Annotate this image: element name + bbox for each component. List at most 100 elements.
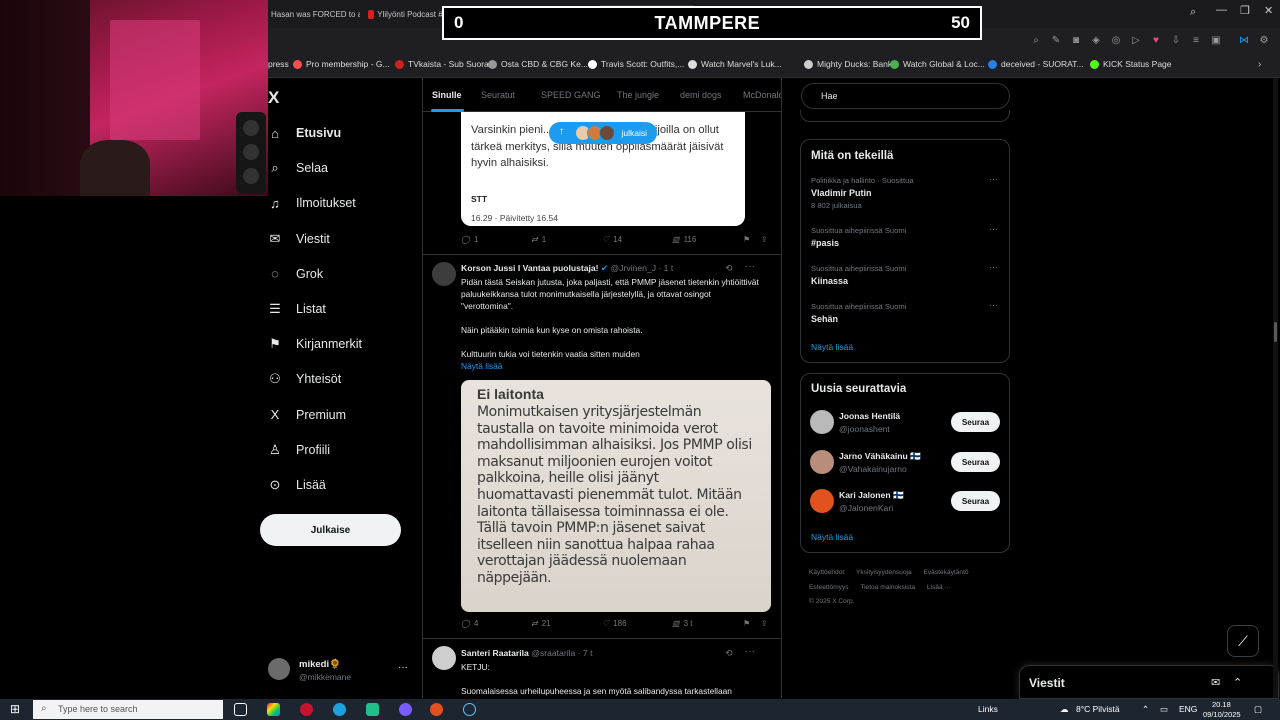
bookmark-link[interactable]: Osta CBD & CBG Ke... (488, 59, 588, 69)
more-options-icon[interactable]: ··· (398, 662, 408, 673)
bookmark-link[interactable]: press (268, 59, 289, 69)
app-icon[interactable] (366, 703, 379, 716)
tweet-author[interactable]: Korson Jussi I Vantaa puolustaja! ✔ @Jrv… (461, 263, 673, 274)
discord-icon[interactable] (399, 703, 412, 716)
grok-icon[interactable]: ⟲ (725, 648, 733, 659)
opera-icon[interactable] (300, 703, 313, 716)
clock-time[interactable]: 20.18 (1212, 700, 1231, 709)
nav-item-etusivu[interactable]: ⌂ Etusivu (268, 118, 341, 148)
bookmarks-overflow-icon[interactable]: › (1258, 59, 1261, 70)
bookmark-link[interactable]: Travis Scott: Outfits,... (588, 59, 684, 69)
nav-item-lisää[interactable]: ⊙ Lisää (268, 470, 326, 500)
taskbar-search-input[interactable]: ⌕ Type here to search (33, 700, 223, 719)
bookmark-link[interactable]: Watch Marvel's Luk... (688, 59, 782, 69)
more-options-icon[interactable]: ··· (989, 262, 998, 272)
search-input[interactable]: Hae (801, 83, 1010, 109)
tweet-author[interactable]: Santeri Raatarila @sraatarila · 7 t (461, 648, 592, 658)
feed-tab[interactable]: Seuratut (481, 90, 515, 100)
nav-item-viestit[interactable]: ✉ Viestit (268, 224, 330, 254)
nav-item-kirjanmerkit[interactable]: ⚑ Kirjanmerkit (268, 329, 362, 359)
like-button[interactable]: ♡ 14 (602, 235, 622, 244)
feed-tab[interactable]: SPEED GANG (541, 90, 601, 100)
scrollbar-thumb[interactable] (1274, 322, 1277, 342)
camera-icon[interactable]: ◙ (1070, 35, 1082, 47)
extension-icon[interactable]: ◎ (1110, 35, 1122, 47)
reply-button[interactable]: ◯ 4 (461, 619, 478, 628)
grok-icon[interactable]: ⟲ (725, 263, 733, 274)
steam-icon[interactable] (463, 703, 476, 716)
scrollbar[interactable] (1273, 78, 1278, 698)
footer-link[interactable]: Yksityisyydensuoja (856, 569, 912, 576)
tweet-image[interactable]: Ei laitonta Monimutkaisen yritysjärjeste… (461, 380, 771, 612)
browser-tab[interactable]: Hasan was FORCED to ad... (268, 5, 360, 23)
firefox-icon[interactable] (430, 703, 443, 716)
bookmark-button[interactable]: ⚑ (743, 235, 750, 244)
avatar[interactable] (810, 450, 834, 474)
nav-item-profiili[interactable]: ♙ Profiili (268, 435, 330, 465)
bookmark-button[interactable]: ⚑ (743, 619, 750, 628)
share-button[interactable]: ⇪ (761, 619, 768, 628)
bookmark-link[interactable]: TVkaista - Sub Suora (395, 59, 489, 69)
nav-item-listat[interactable]: ☰ Listat (268, 294, 326, 324)
footer-link[interactable]: Käyttöehdot (809, 569, 844, 576)
like-button[interactable]: ♡ 186 (602, 619, 627, 628)
avatar[interactable] (432, 262, 456, 286)
close-window-icon[interactable]: ✕ (1264, 4, 1273, 17)
views-button[interactable]: ▥ 116 (672, 235, 696, 244)
retweet-button[interactable]: ⇄ 1 (531, 235, 546, 244)
play-icon[interactable]: ▷ (1130, 35, 1142, 47)
task-view-icon[interactable] (234, 703, 247, 716)
show-more-trends-link[interactable]: Näytä lisää (811, 342, 853, 352)
account-switcher[interactable]: mikedi🌻 @mikkemane ··· (268, 656, 418, 690)
network-icon[interactable]: ▭ (1160, 704, 1168, 715)
edge-icon[interactable] (333, 703, 346, 716)
maximize-icon[interactable]: ❐ (1240, 4, 1250, 17)
more-options-icon[interactable]: ··· (745, 646, 755, 657)
more-options-icon[interactable]: ··· (989, 174, 998, 184)
edit-icon[interactable]: ✎ (1050, 35, 1062, 47)
bookmark-link[interactable]: Watch Global & Loc... (890, 59, 985, 69)
messages-drawer[interactable]: Viestit ✉ ⌃ (1019, 665, 1279, 699)
show-more-link[interactable]: Näytä lisää (461, 361, 502, 371)
weather-icon[interactable]: ☁ (1060, 704, 1069, 715)
show-more-follows-link[interactable]: Näytä lisää (811, 532, 853, 542)
links-toolbar[interactable]: Links (978, 704, 998, 714)
new-posts-pill[interactable]: ↑ julkaisi (549, 122, 657, 144)
zoom-icon[interactable]: ⌕ (1030, 35, 1042, 47)
bookmark-link[interactable]: deceived - SUORAT... (988, 59, 1084, 69)
notifications-icon[interactable]: ▢ (1254, 704, 1262, 715)
weather-text[interactable]: 8°C Pilvistä (1076, 704, 1120, 714)
tray-expand-icon[interactable]: ⌃ (1142, 704, 1149, 715)
avatar[interactable] (810, 410, 834, 434)
app-icon[interactable]: ⋈ (1238, 35, 1250, 47)
footer-link[interactable]: Lisää ··· (927, 584, 951, 591)
grok-button[interactable]: ⟋ (1227, 625, 1259, 657)
compose-message-icon[interactable]: ✉ (1211, 676, 1220, 689)
footer-link[interactable]: Evästekäytäntö (923, 569, 968, 576)
more-options-icon[interactable]: ··· (989, 300, 998, 310)
avatar[interactable] (810, 489, 834, 513)
avatar[interactable] (432, 646, 456, 670)
footer-link[interactable]: Tietoa mainoksista (860, 584, 915, 591)
lock-icon[interactable]: ▣ (1210, 35, 1222, 47)
feed-tab[interactable]: Sinulle (432, 90, 462, 100)
browser-search-icon[interactable]: ⌕ (1190, 6, 1196, 19)
retweet-button[interactable]: ⇄ 21 (531, 619, 551, 628)
views-button[interactable]: ▥ 3 t (672, 619, 692, 628)
nav-item-yhteisöt[interactable]: ⚇ Yhteisöt (268, 364, 341, 394)
nav-item-ilmoitukset[interactable]: ♫ Ilmoitukset (268, 188, 356, 218)
feed-tab[interactable]: The jungle (617, 90, 659, 100)
expand-icon[interactable]: ⌃ (1233, 676, 1242, 689)
download-icon[interactable]: ⇩ (1170, 35, 1182, 47)
follow-button[interactable]: Seuraa (951, 452, 1000, 472)
bookmark-link[interactable]: KICK Status Page (1090, 59, 1172, 69)
heart-icon[interactable]: ♥ (1150, 35, 1162, 47)
reply-button[interactable]: ◯ 1 (461, 235, 478, 244)
more-options-icon[interactable]: ··· (745, 261, 755, 272)
clock-date[interactable]: 09/10/2025 (1203, 710, 1241, 719)
minimize-icon[interactable]: — (1216, 4, 1227, 16)
feed-tab[interactable]: demi dogs (680, 90, 722, 100)
language-indicator[interactable]: ENG (1179, 704, 1197, 714)
nav-item-premium[interactable]: X Premium (268, 400, 346, 430)
bookmark-link[interactable]: Pro membership - G... (293, 59, 390, 69)
